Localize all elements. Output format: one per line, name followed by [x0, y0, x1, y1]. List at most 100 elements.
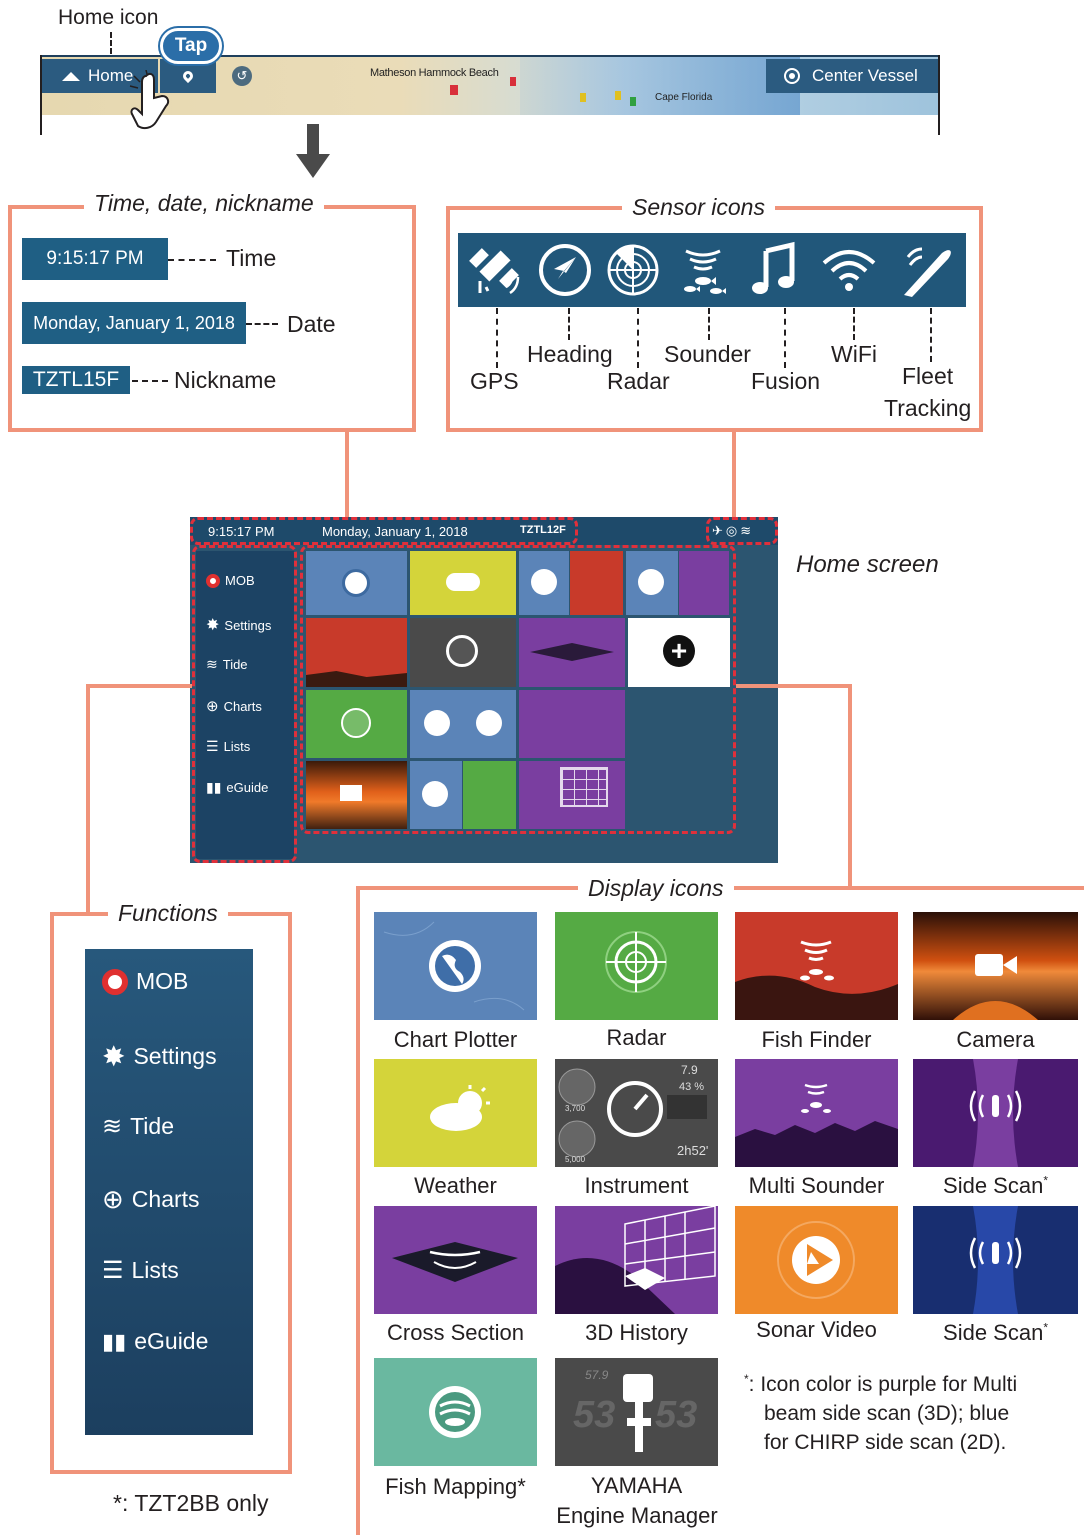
- heading-icon: [539, 244, 591, 296]
- globe-icon: ⊕: [102, 1184, 124, 1214]
- fusion-icon: [752, 241, 795, 294]
- instrument-readout: 2h52': [677, 1143, 709, 1158]
- map-marker: [510, 77, 516, 86]
- map-water: [520, 55, 800, 115]
- connector: [736, 684, 850, 688]
- tile-camera: [913, 912, 1078, 1020]
- caption-engine-manager: Engine Manager: [556, 1503, 718, 1528]
- caption-side-scan-1: Side Scan*: [943, 1173, 1048, 1198]
- sensor-label-radar: Radar: [607, 368, 670, 394]
- leader-line: [568, 308, 570, 340]
- map-marker: [450, 85, 458, 95]
- leader-line: [168, 259, 216, 261]
- func-eguide[interactable]: ▮▮ eGuide: [102, 1328, 208, 1355]
- home-icon: [62, 71, 80, 81]
- tile-cross-section: [374, 1206, 537, 1314]
- highlight-header: [190, 517, 578, 545]
- engine-readout: 53: [655, 1394, 698, 1436]
- caption-side-scan-2: Side Scan*: [943, 1320, 1048, 1345]
- book-icon: ▮▮: [102, 1328, 127, 1354]
- caption-yamaha: YAMAHA: [590, 1473, 683, 1498]
- time-value: 9:15:17 PM: [46, 248, 144, 269]
- map-place-1: Matheson Hammock Beach: [370, 67, 499, 79]
- connector: [345, 432, 349, 518]
- func-tide[interactable]: ≋ Tide: [102, 1112, 174, 1141]
- tile-side-scan-purple: [913, 1059, 1078, 1167]
- func-settings[interactable]: ✸ Settings: [102, 1040, 217, 1073]
- leader-line: [132, 380, 168, 382]
- tile-yamaha-engine: 57.9 53 53: [555, 1358, 718, 1466]
- center-vessel-button[interactable]: Center Vessel: [766, 59, 938, 93]
- connector: [848, 684, 852, 888]
- func-charts[interactable]: ⊕ Charts: [102, 1184, 200, 1215]
- tile-instrument: 3,700 7.9 43 % 2h52' 5,000: [555, 1059, 718, 1167]
- caption-sonar-video: Sonar Video: [756, 1317, 877, 1342]
- engine-readout: 53: [573, 1394, 616, 1436]
- home-icon-label: Home icon: [58, 6, 159, 29]
- asterisk-mark: *: [1043, 1320, 1048, 1335]
- instrument-readout: 7.9: [681, 1063, 698, 1077]
- tile-fish-finder: [735, 912, 898, 1020]
- map-marker: [615, 91, 621, 100]
- caption-multi-sounder: Multi Sounder: [748, 1173, 885, 1198]
- undo-button[interactable]: ↺: [232, 66, 252, 86]
- date-box: Monday, January 1, 2018: [22, 302, 246, 344]
- tile-fish-mapping: [374, 1358, 537, 1466]
- caption-radar: Radar: [606, 1025, 667, 1050]
- func-mob[interactable]: MOB: [102, 968, 188, 995]
- tap-label: Tap: [174, 35, 208, 56]
- sensor-label-fleet: Fleet: [902, 363, 954, 389]
- leader-line: [246, 323, 278, 325]
- tile-sonar-video: [735, 1206, 898, 1314]
- tile-3d-history: [555, 1206, 718, 1314]
- sensor-icon-strip: [458, 233, 966, 307]
- leader-line: [784, 308, 786, 368]
- leader-line: [637, 308, 639, 368]
- sensor-label-tracking: Tracking: [884, 395, 972, 421]
- gps-icon: [469, 248, 520, 295]
- asterisk-mark: *: [1043, 1173, 1048, 1188]
- list-icon: ☰: [102, 1257, 124, 1284]
- map-place-2: Cape Florida: [655, 92, 713, 103]
- radar-icon: [607, 244, 659, 296]
- nickname-label: Nickname: [174, 367, 277, 393]
- functions-panel-title: Functions: [108, 900, 228, 927]
- caption-weather: Weather: [414, 1173, 497, 1198]
- sensor-label-fusion: Fusion: [751, 368, 821, 394]
- side-scan-note: *: Icon color is purple for Multi beam s…: [744, 1365, 1074, 1457]
- time-label: Time: [226, 245, 277, 271]
- leader-line: [496, 308, 498, 368]
- highlight-functions: [192, 545, 297, 863]
- sounder-icon: [684, 249, 726, 294]
- display-panel-title: Display icons: [578, 875, 734, 902]
- date-label: Date: [287, 311, 336, 337]
- caption-fish-finder: Fish Finder: [761, 1027, 872, 1052]
- wifi-icon: [822, 250, 876, 291]
- func-lists[interactable]: ☰ Lists: [102, 1256, 179, 1285]
- gear-icon: ✸: [102, 1041, 126, 1072]
- time-panel-title: Time, date, nickname: [84, 190, 324, 217]
- tide-icon: ≋: [102, 1113, 123, 1140]
- caption-3d-history: 3D History: [585, 1320, 688, 1345]
- connector: [86, 684, 90, 912]
- caption-instrument: Instrument: [584, 1173, 689, 1198]
- engine-readout: 57.9: [585, 1368, 609, 1382]
- caption-camera: Camera: [956, 1027, 1035, 1052]
- finger-icon: [129, 70, 170, 130]
- date-value: Monday, January 1, 2018: [33, 312, 235, 333]
- instrument-readout: 5,000: [565, 1155, 586, 1164]
- caption-fish-mapping: Fish Mapping*: [385, 1474, 526, 1499]
- fleet-tracking-icon: [904, 247, 951, 297]
- tile-weather: [374, 1059, 537, 1167]
- instrument-readout: 3,700: [565, 1104, 586, 1113]
- tile-side-scan-blue: [913, 1206, 1078, 1314]
- tile-radar: [555, 912, 718, 1020]
- sensor-panel-title: Sensor icons: [622, 194, 775, 221]
- home-screen-caption: Home screen: [796, 551, 939, 578]
- tile-multi-sounder: [735, 1059, 898, 1167]
- undo-icon: ↺: [236, 68, 248, 83]
- tile-chart-plotter: [374, 912, 537, 1020]
- target-icon: [784, 68, 800, 84]
- instrument-readout: 43 %: [679, 1081, 705, 1093]
- map-marker: [580, 93, 586, 102]
